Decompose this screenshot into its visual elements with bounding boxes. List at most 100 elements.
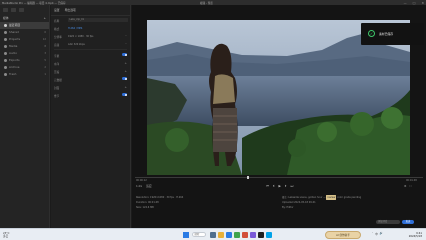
app-icon[interactable]: [266, 232, 272, 238]
sidebar-item-trash[interactable]: Trash 1: [0, 71, 49, 78]
add-icon[interactable]: +: [124, 85, 127, 89]
sidebar-item-shared[interactable]: Shared 0: [0, 29, 49, 36]
audio-dropdown[interactable]: AAC 320 kbps: [68, 43, 85, 46]
sidebar-item-projects[interactable]: Projects 12: [0, 36, 49, 43]
info-size: Size: 124.6 MB: [136, 206, 154, 209]
clock-date: 2024/5/18: [408, 234, 422, 238]
tray-overflow-icon[interactable]: ˆ: [372, 232, 373, 236]
playback-speed[interactable]: 1.0x: [136, 184, 142, 188]
volume-icon[interactable]: 🔊: [380, 232, 383, 236]
setting-label: 水印: [54, 62, 60, 66]
close-button[interactable]: ✕: [421, 1, 424, 5]
setting-label: 名称: [54, 19, 60, 23]
setting-label: 章节: [54, 94, 60, 98]
total-time: 00:01:48: [406, 179, 417, 182]
app-icon[interactable]: [250, 232, 256, 238]
comment-input[interactable]: 添加评论: [376, 220, 400, 224]
weather-widget[interactable]: 23°C 多云: [3, 232, 9, 238]
sidebar-item-media[interactable]: Media 8: [0, 43, 49, 50]
chevron-down-icon[interactable]: ⌄: [125, 42, 127, 45]
setting-label: 格式: [54, 27, 60, 31]
setting-row-subtitles: 字幕: [51, 51, 130, 59]
timeline-scrubber[interactable]: [135, 176, 423, 179]
sidebar-item-label: Shared: [9, 30, 19, 34]
subtitles-toggle[interactable]: [121, 53, 127, 57]
app-icon[interactable]: [234, 232, 240, 238]
fullscreen-icon[interactable]: ⛶: [410, 184, 412, 188]
taskbar-clock[interactable]: 9:41 2024/5/18: [396, 232, 422, 238]
notes-author: By: Editor: [282, 206, 294, 209]
add-icon[interactable]: +: [124, 69, 127, 73]
app-icon[interactable]: [258, 232, 264, 238]
sidebar-item-count: 8: [44, 45, 46, 48]
format-link[interactable]: H.264 / MP4: [68, 27, 82, 30]
sidebar-item-recent[interactable]: 最近项目: [0, 22, 49, 29]
notes-text: 备注: Lakeside scene, golden hour —: [282, 196, 326, 199]
windows-start-icon[interactable]: [183, 232, 189, 238]
setting-row-chapters: 章节: [51, 91, 130, 99]
zoom-fit[interactable]: 适应: [146, 184, 152, 188]
settings-tabs: 设置 导出选项: [51, 5, 130, 16]
filter-icon[interactable]: [19, 8, 24, 12]
add-icon[interactable]: +: [124, 61, 127, 65]
sidebar-item-audio[interactable]: Audio 3: [0, 50, 49, 57]
setting-label: 压缩: [54, 70, 60, 74]
play-icon[interactable]: ▶: [278, 184, 280, 188]
saved-toast: ✓ 素材已保存: [361, 23, 424, 45]
add-folder-button[interactable]: +: [44, 16, 46, 20]
setting-label: 封面: [54, 86, 60, 90]
name-input[interactable]: Lake_clip_01: [68, 17, 128, 22]
chevron-down-icon[interactable]: ⌄: [125, 34, 127, 37]
current-time: 00:00:12: [136, 179, 147, 182]
tab-settings[interactable]: 设置: [54, 8, 60, 12]
sidebar-item-label: Audio: [9, 51, 17, 55]
step-back-icon[interactable]: ⏴: [273, 184, 275, 188]
step-forward-icon[interactable]: ⏵: [285, 184, 287, 188]
weather-desc: 多云: [3, 234, 9, 238]
setting-row-audio: 音频 AAC 320 kbps ⌄: [51, 40, 130, 48]
ai-assistant-badge[interactable]: AI 创作助手: [325, 231, 361, 239]
skip-back-icon[interactable]: ⏮: [266, 184, 269, 188]
sidebar-item-archive[interactable]: Archive 2: [0, 64, 49, 71]
playhead-handle[interactable]: [247, 176, 250, 179]
sidebar-toolbar: [0, 5, 49, 14]
settings-panel: 设置 导出选项 名称 Lake_clip_01 格式 H.264 / MP4 分…: [51, 5, 131, 228]
setting-label: 分辨率: [54, 35, 62, 39]
resolution-dropdown[interactable]: 1920 × 1080 · 30 fps: [68, 35, 93, 38]
grid-icon[interactable]: [3, 8, 8, 12]
chapters-toggle[interactable]: [121, 93, 127, 97]
review-tag[interactable]: review: [326, 195, 337, 200]
sidebar-item-count: 1: [44, 73, 46, 76]
player-left-controls: 1.0x 适应: [136, 184, 152, 188]
setting-row-format: 格式 H.264 / MP4: [51, 24, 130, 32]
setting-row-cover: 封面 +: [51, 83, 130, 91]
sidebar-item-count: 3: [44, 52, 46, 55]
metadata-toggle[interactable]: [121, 77, 127, 81]
send-comment-button[interactable]: 发送: [402, 220, 414, 224]
archive-icon: [4, 66, 7, 70]
settings-gear-icon[interactable]: ⚙: [404, 184, 407, 188]
list-icon[interactable]: [11, 8, 16, 12]
edge-browser-icon[interactable]: [226, 232, 232, 238]
sidebar-header: 媒体 +: [0, 14, 49, 22]
setting-label: 音频: [54, 43, 60, 47]
sidebar-item-label: Media: [9, 44, 18, 48]
tab-export-options[interactable]: 导出选项: [65, 8, 76, 12]
setting-row-name: 名称 Lake_clip_01: [51, 16, 130, 24]
minimize-button[interactable]: —: [404, 1, 407, 5]
folder-icon: [4, 38, 7, 42]
task-view-icon[interactable]: [210, 232, 216, 238]
clock-icon: [4, 24, 7, 28]
sidebar-item-label: Archive: [9, 65, 20, 69]
maximize-button[interactable]: □: [413, 1, 416, 5]
app-icon[interactable]: [242, 232, 248, 238]
input-method-icon[interactable]: 中: [375, 232, 378, 236]
export-icon: [4, 59, 7, 63]
taskbar-search[interactable]: 搜索: [192, 232, 206, 237]
sidebar-item-label: Trash: [9, 72, 17, 76]
skip-forward-icon[interactable]: ⏭: [291, 184, 294, 188]
file-explorer-icon[interactable]: [218, 232, 224, 238]
sidebar-item-count: 0: [44, 31, 46, 34]
setting-label: 元数据: [54, 78, 62, 82]
sidebar-item-exports[interactable]: Exports 5: [0, 57, 49, 64]
